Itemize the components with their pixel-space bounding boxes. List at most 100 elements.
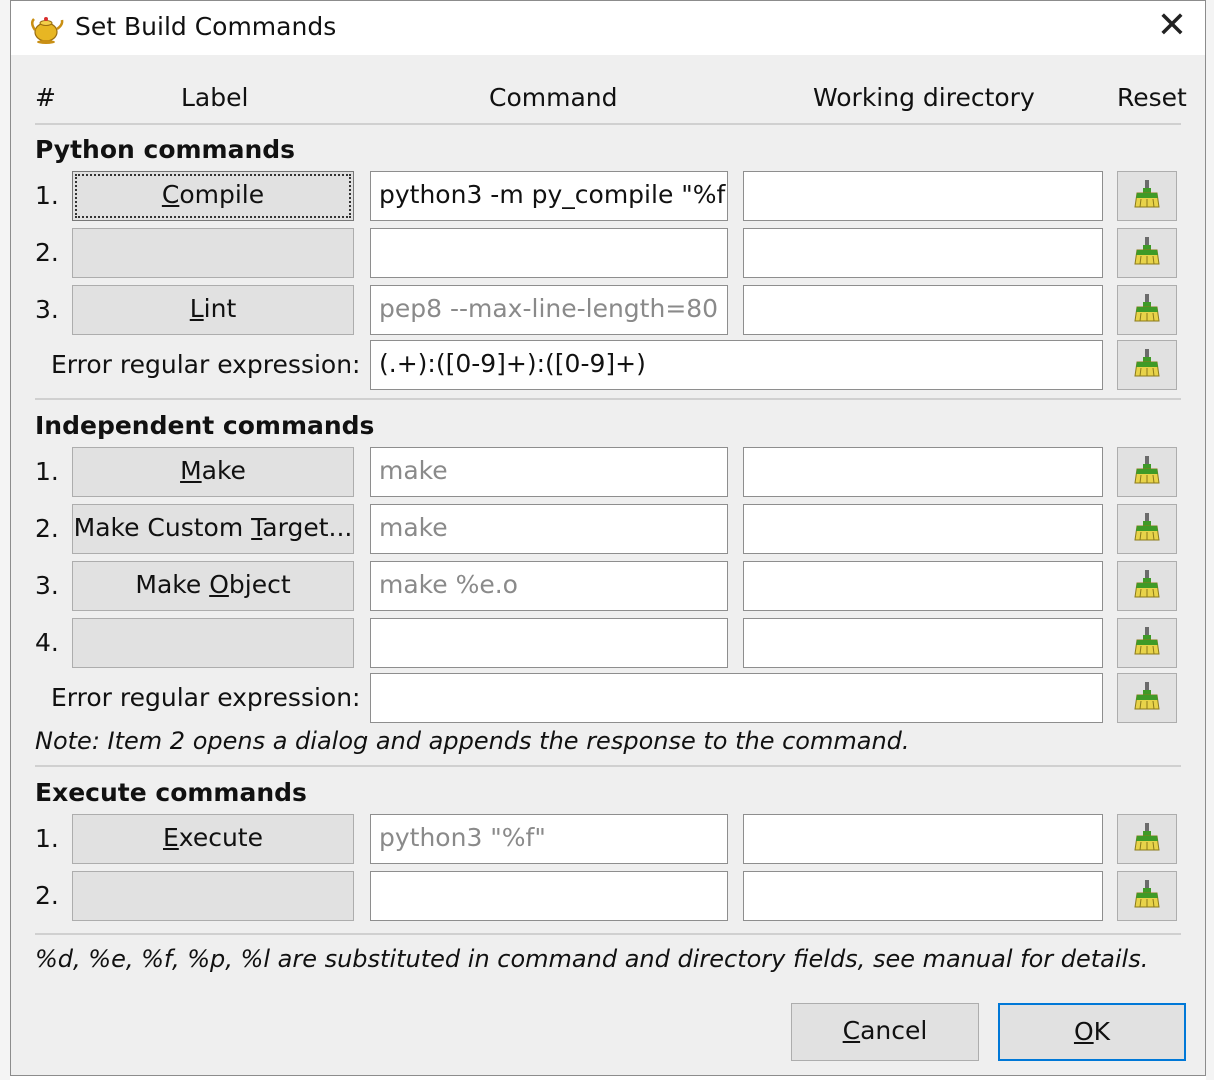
geany-teapot-icon (31, 17, 64, 44)
independent-note: Note: Item 2 opens a dialog and appends … (35, 727, 910, 755)
label-button[interactable]: Compile (72, 171, 354, 221)
reset-button[interactable] (1117, 447, 1177, 497)
label-button[interactable] (72, 618, 354, 668)
working-directory-field[interactable] (743, 871, 1103, 921)
label-mnemonic: T (251, 513, 263, 542)
reset-button[interactable] (1117, 504, 1177, 554)
label-text-post: bject (228, 570, 291, 599)
row-number: 4. (35, 628, 59, 657)
command-field[interactable]: python3 "%f" (370, 814, 728, 864)
title-bar: Set Build Commands ✕ (11, 1, 1205, 55)
reset-button[interactable] (1117, 618, 1177, 668)
label-text-post: arget... (262, 513, 353, 542)
command-field[interactable]: make (370, 447, 728, 497)
error-regex-field[interactable] (370, 673, 1103, 723)
label-button[interactable]: Make Object (72, 561, 354, 611)
command-field[interactable]: make %e.o (370, 561, 728, 611)
clear-broom-icon (1132, 680, 1162, 716)
row-number: 1. (35, 457, 59, 486)
label-mnemonic: M (180, 456, 202, 485)
header-divider (35, 123, 1181, 125)
ok-mnemonic: O (1073, 1017, 1094, 1046)
reset-button[interactable] (1117, 228, 1177, 278)
clear-broom-icon (1132, 454, 1162, 490)
reset-button[interactable] (1117, 561, 1177, 611)
label-text-post: int (203, 294, 237, 323)
column-header-number: # (35, 83, 56, 112)
label-button[interactable]: Make (72, 447, 354, 497)
row-number: 3. (35, 571, 59, 600)
row-number: 1. (35, 181, 59, 210)
working-directory-field[interactable] (743, 228, 1103, 278)
cancel-mnemonic: C (842, 1016, 861, 1045)
background-window-edge-right (1206, 0, 1214, 1080)
column-header-label: Label (181, 83, 249, 112)
error-regex-label: Error regular expression: (51, 683, 361, 712)
substitution-note: %d, %e, %f, %p, %l are substituted in co… (35, 945, 1149, 973)
working-directory-field[interactable] (743, 171, 1103, 221)
clear-broom-icon (1132, 292, 1162, 328)
reset-button[interactable] (1117, 171, 1177, 221)
reset-button[interactable] (1117, 871, 1177, 921)
row-number: 3. (35, 295, 59, 324)
clear-broom-icon (1132, 878, 1162, 914)
label-text-pre: Make Custom (73, 513, 252, 542)
background-window-edge-left (0, 0, 10, 1080)
clear-broom-icon (1132, 235, 1162, 271)
command-field[interactable]: make (370, 504, 728, 554)
label-mnemonic: E (163, 823, 179, 852)
label-text-post: ake (201, 456, 246, 485)
clear-broom-icon (1132, 625, 1162, 661)
label-mnemonic: L (189, 294, 204, 323)
section-divider (35, 398, 1181, 400)
working-directory-field[interactable] (743, 504, 1103, 554)
close-icon[interactable]: ✕ (1149, 5, 1195, 49)
label-text-post: ompile (179, 180, 265, 209)
working-directory-field[interactable] (743, 447, 1103, 497)
working-directory-field[interactable] (743, 285, 1103, 335)
reset-button[interactable] (1117, 814, 1177, 864)
label-text-pre: Make (135, 570, 210, 599)
label-button[interactable]: Execute (72, 814, 354, 864)
ok-button[interactable]: OK (998, 1003, 1186, 1061)
clear-broom-icon (1132, 568, 1162, 604)
label-button[interactable]: Lint (72, 285, 354, 335)
row-number: 1. (35, 824, 59, 853)
cancel-label: ancel (860, 1016, 928, 1045)
label-button[interactable] (72, 228, 354, 278)
command-field[interactable] (370, 871, 728, 921)
command-field[interactable]: pep8 --max-line-length=80 " (370, 285, 728, 335)
section-divider (35, 933, 1181, 935)
set-build-commands-dialog: Set Build Commands ✕ # Label Command Workin… (10, 0, 1206, 1076)
working-directory-field[interactable] (743, 561, 1103, 611)
command-field[interactable] (370, 228, 728, 278)
reset-button[interactable] (1117, 285, 1177, 335)
command-field[interactable] (370, 618, 728, 668)
clear-broom-icon (1132, 347, 1162, 383)
section-title-python: Python commands (35, 135, 296, 164)
reset-button[interactable] (1117, 673, 1177, 723)
row-number: 2. (35, 881, 59, 910)
error-regex-field[interactable]: (.+):([0-9]+):([0-9]+) (370, 340, 1103, 390)
row-number: 2. (35, 514, 59, 543)
cancel-button[interactable]: Cancel (791, 1003, 979, 1061)
working-directory-field[interactable] (743, 618, 1103, 668)
label-button[interactable] (72, 871, 354, 921)
clear-broom-icon (1132, 821, 1162, 857)
ok-label: K (1093, 1017, 1111, 1046)
label-mnemonic: C (161, 180, 180, 209)
clear-broom-icon (1132, 511, 1162, 547)
label-text-post: xecute (178, 823, 263, 852)
window-title: Set Build Commands (75, 12, 337, 41)
section-divider (35, 765, 1181, 767)
label-button[interactable]: Make Custom Target... (72, 504, 354, 554)
column-header-working-directory: Working directory (813, 83, 1035, 112)
label-mnemonic: O (209, 570, 229, 599)
command-field[interactable]: python3 -m py_compile "%f" (370, 171, 728, 221)
error-regex-label: Error regular expression: (51, 350, 361, 379)
row-number: 2. (35, 238, 59, 267)
column-header-command: Command (489, 83, 618, 112)
reset-button[interactable] (1117, 340, 1177, 390)
section-title-independent: Independent commands (35, 411, 375, 440)
working-directory-field[interactable] (743, 814, 1103, 864)
